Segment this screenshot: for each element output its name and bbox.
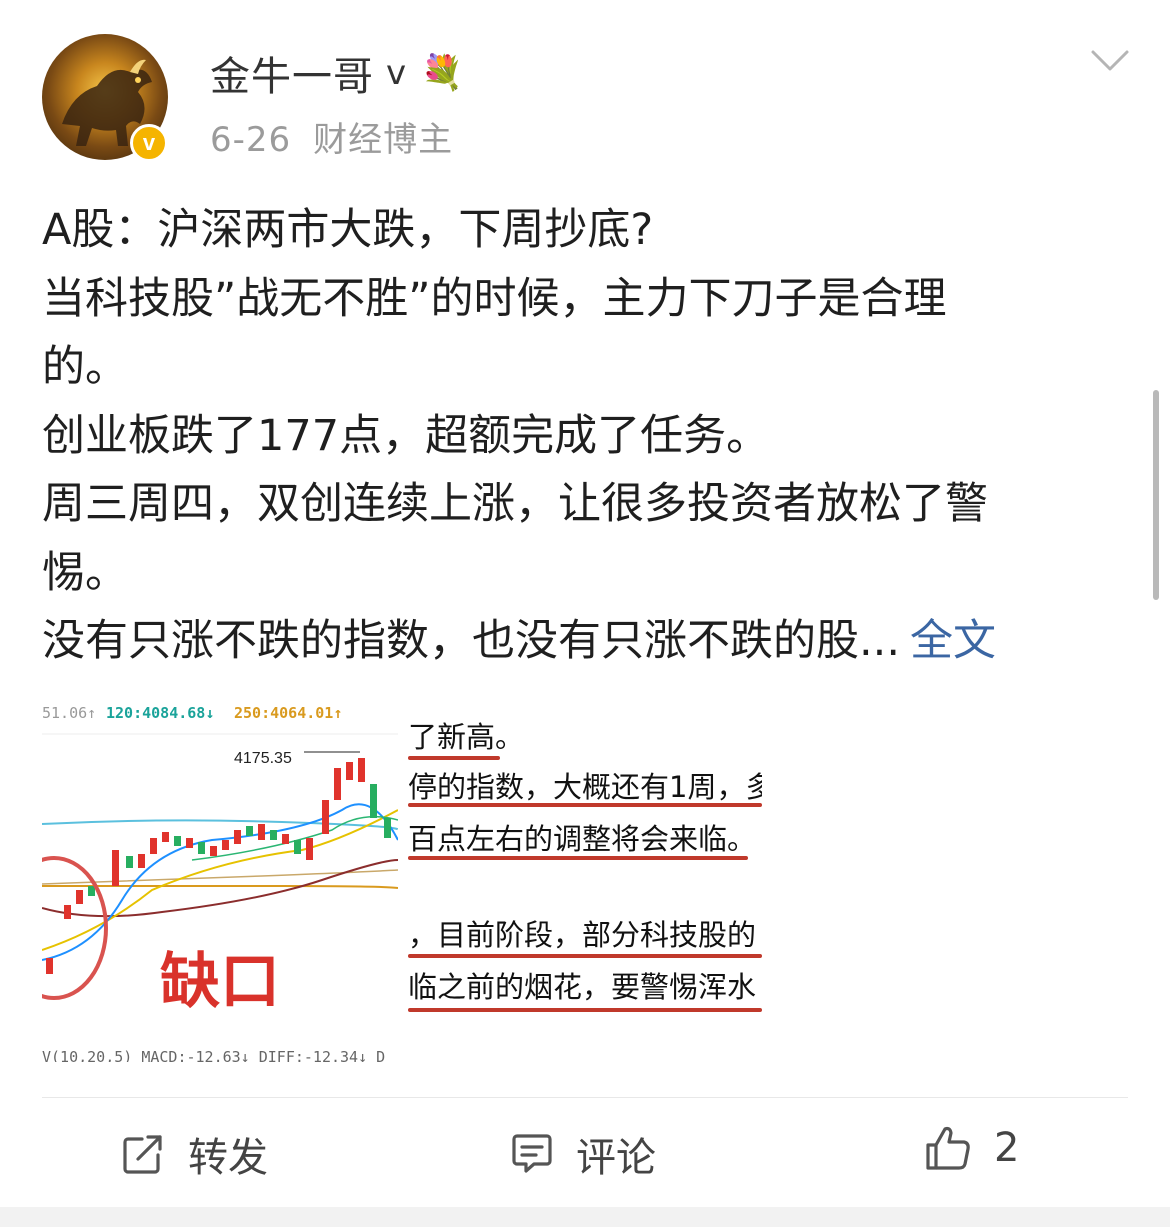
red-underline xyxy=(408,856,748,860)
bottom-edge xyxy=(0,1207,1170,1227)
note-line: 百点左右的调整将会来临。 xyxy=(408,822,757,856)
note-excerpt: 了新高。 停的指数，大概还有1周，多 百点左右的调整将会来临。 ，目前阶段，部分… xyxy=(408,700,762,1062)
post-line: 当科技股”战无不胜”的时候，主力下刀子是合理 xyxy=(42,273,947,324)
post-line: 惕。 xyxy=(42,547,128,598)
ma-legend-1: 51.06↑ xyxy=(42,704,96,722)
action-divider xyxy=(42,1097,1128,1098)
post-date: 6-26 xyxy=(210,120,292,160)
post-meta: 6-26 财经博主 xyxy=(210,112,453,161)
share-icon xyxy=(123,1135,162,1174)
note-line: 了新高。 xyxy=(408,720,525,754)
red-underline xyxy=(408,803,762,807)
post-line: 周三周四，双创连续上涨，让很多投资者放松了警 xyxy=(42,479,988,529)
comment-label: 评论 xyxy=(576,1135,656,1181)
macd-legend: V(10,20,5) MACD:-12.63↓ DIFF:-12.34↓ D xyxy=(42,1048,385,1062)
note-line: 停的指数，大概还有1周，多 xyxy=(408,770,762,804)
red-underline xyxy=(408,1008,762,1012)
post-line: 创业板跌了177点，超额完成了任务。 xyxy=(42,410,770,461)
expand-full-text-link[interactable]: 全文 xyxy=(910,616,996,666)
author-category: 财经博主 xyxy=(313,120,454,160)
note-line: ，目前阶段，部分科技股的 xyxy=(408,918,757,952)
repost-label: 转发 xyxy=(188,1135,268,1181)
comment-button[interactable]: 评论 xyxy=(510,1125,656,1183)
gap-circle-mark xyxy=(42,856,108,1000)
like-count: 2 xyxy=(994,1125,1020,1171)
like-button[interactable]: 2 xyxy=(924,1125,1019,1171)
author-name-text: 金牛一哥 xyxy=(210,54,374,100)
ma-legend-2: 120:4084.68↓ xyxy=(106,704,214,722)
kline-chart-image: 51.06↑ 120:4084.68↓ 250:4064.01↑ 4175.35 xyxy=(42,704,398,1062)
sunflower-bouquet-icon: 💐 xyxy=(421,53,465,93)
thumbs-up-icon xyxy=(926,1126,970,1170)
post-body: A股：沪深两市大跌，下周抄底? 当科技股”战无不胜”的时候，主力下刀子是合理 的… xyxy=(42,196,1132,676)
chevron-down-icon[interactable] xyxy=(1090,48,1130,74)
red-underline xyxy=(408,756,500,760)
gap-label: 缺口 xyxy=(160,947,280,1017)
post-line: 没有只涨不跌的指数，也没有只涨不跌的股... xyxy=(42,616,901,666)
comment-icon xyxy=(512,1134,552,1173)
note-line: 临之前的烟花，要警惕浑水 xyxy=(408,970,757,1004)
verified-badge: v xyxy=(130,124,168,162)
post-line: 的。 xyxy=(42,342,128,392)
repost-button[interactable]: 转发 xyxy=(122,1125,268,1183)
ma-legend-3: 250:4064.01↑ xyxy=(234,704,342,722)
post-image[interactable]: 51.06↑ 120:4084.68↓ 250:4064.01↑ 4175.35 xyxy=(42,700,762,1062)
author-name[interactable]: 金牛一哥 v 💐 xyxy=(210,44,464,102)
post-last-line: 没有只涨不跌的指数，也没有只涨不跌的股... 全文 xyxy=(42,607,1132,676)
post-line: A股：沪深两市大跌，下周抄底? xyxy=(42,205,654,255)
member-level-mark: v xyxy=(386,53,408,93)
red-underline xyxy=(408,954,762,958)
scrollbar[interactable] xyxy=(1153,390,1159,600)
peak-price-label: 4175.35 xyxy=(234,750,292,767)
